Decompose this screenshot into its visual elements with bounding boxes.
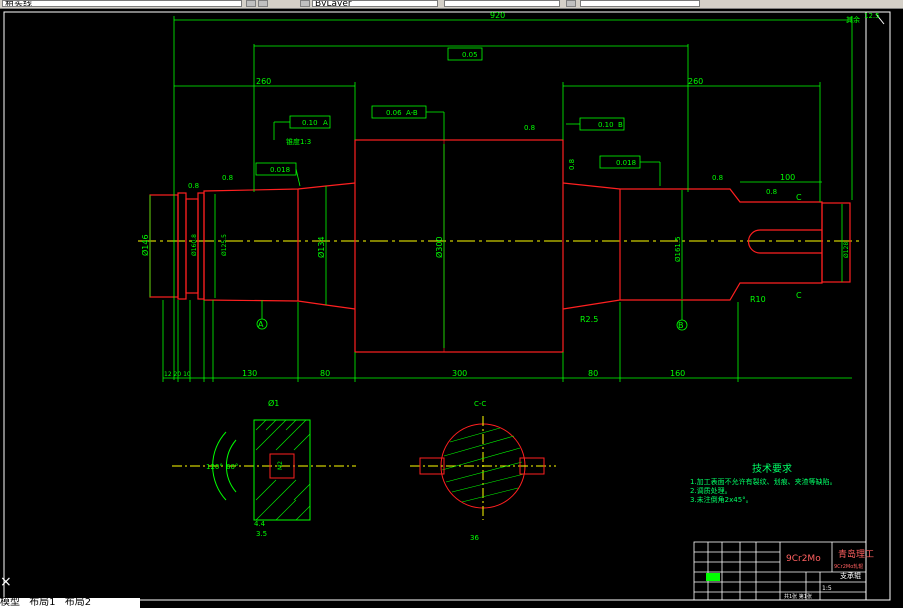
section-view-cc: C-C 36 C C [410,193,802,542]
section-cc-dim: 36 [470,534,479,542]
dim-300: 300 [452,369,467,378]
dim-100: 100 [780,173,795,182]
tab-layout2[interactable]: 布局2 [65,597,91,608]
sheet: 共1张 第1张 [784,593,812,600]
school: 青岛理工 [838,548,874,560]
dim-phi-small: Ø160.8 [191,234,198,256]
tab-model[interactable]: 模型 [0,597,20,608]
tol-datum-b: B [618,121,623,129]
style-select[interactable]: ByLayer [312,0,438,7]
dim-130: 130 [242,369,257,378]
technical-notes: 技术要求 1.加工表面不允许有裂纹、划痕、夹渣等缺陷。 2.调质处理。 3.未注… [690,462,837,504]
drawing-frame [3,11,891,601]
dim-taper: 锥度1:3 [286,137,311,146]
dim-r10: R10 [750,295,766,304]
detail-m2: M2 [277,461,284,470]
dim-phi-right: Ø161.5 [674,236,682,262]
style-icon[interactable] [300,0,310,7]
detail-label: Ø1 [268,398,279,408]
linetype-select[interactable] [444,0,560,7]
tol-datum-a: A [323,119,328,127]
note-1: 1.加工表面不允许有裂纹、划痕、夹渣等缺陷。 [690,477,837,486]
shaft-outline [149,139,851,353]
dim-phi-end: Ø128 [843,242,850,258]
datum-a-label: A [258,320,264,329]
rough-other-value: 12.5 [864,12,880,20]
layer-select[interactable]: 粗实线 [2,0,242,7]
dim-left-260: 260 [256,77,271,86]
note-2: 2.调质处理。 [690,486,732,495]
part-name: 支承辊 [840,571,861,580]
rough-2: 0.8 [222,174,233,182]
section-mark-c2: C [796,291,802,300]
tol-runout: 0.06 [386,109,402,117]
rough-3: 0.8 [524,124,535,132]
detail-angle-120: 120° [206,463,223,471]
tol-runout-l: 0.018 [270,166,290,174]
notes-title: 技术要求 [752,462,792,475]
dim-right-260: 260 [688,77,703,86]
tab-layout1[interactable]: 布局1 [29,597,55,608]
dim-r25: R2.5 [580,315,598,324]
dim-phi-146: Ø146 [140,234,150,256]
rough-other-label: 其余 [846,15,860,24]
rough-4: 0.8 [568,159,576,170]
detail-view-left: Ø1 120° 60° M2 4.4 3.5 [172,398,356,538]
dim-160: 160 [670,369,685,378]
tol-cyl: 0.05 [462,51,478,59]
datum-b-label: B [678,321,684,330]
material: 9Cr2Mo [786,554,821,564]
properties-icon[interactable] [566,0,576,7]
dim-80b: 80 [588,369,598,378]
tol-perp-a: 0.10 [302,119,318,127]
scale: 1:5 [822,585,832,592]
drawing-no: 9Cr2Mo轧辊 [834,563,863,570]
section-cc-label: C-C [474,400,486,408]
tol-perp-b: 0.10 [598,121,614,129]
drawing-canvas[interactable]: 920 260 260 100 130 80 300 80 160 12 20 … [0,8,903,608]
layout-tabs: 模型 布局1 布局2 [0,598,140,608]
dim-phi-left2: Ø125.5 [221,234,228,256]
ucs-icon: × [0,574,12,590]
layer-state-icon[interactable] [246,0,256,7]
detail-d35: 3.5 [256,530,267,538]
rough-1: 0.8 [188,182,199,190]
dim-80a: 80 [320,369,330,378]
layer-previous-icon[interactable] [258,0,268,7]
tol-runout-ref: A-B [406,109,418,117]
dimension-texts: 920 260 260 100 130 80 300 80 160 12 20 … [140,11,880,378]
dim-small: 12 20 10 [164,371,191,378]
dim-overall: 920 [490,11,505,20]
rough-6: 0.8 [766,188,777,196]
dim-phi-300: Ø300 [434,236,444,258]
dimension-lines [149,16,853,382]
section-mark-c1: C [796,193,802,202]
dim-phi-134: Ø134 [316,236,326,258]
tol-runout-r: 0.018 [616,159,636,167]
rough-5: 0.8 [712,174,723,182]
detail-angle-60: 60° [226,463,238,471]
lineweight-select[interactable] [580,0,700,7]
note-3: 3.未注倒角2x45°。 [690,495,753,504]
detail-d44: 4.4 [254,520,266,528]
